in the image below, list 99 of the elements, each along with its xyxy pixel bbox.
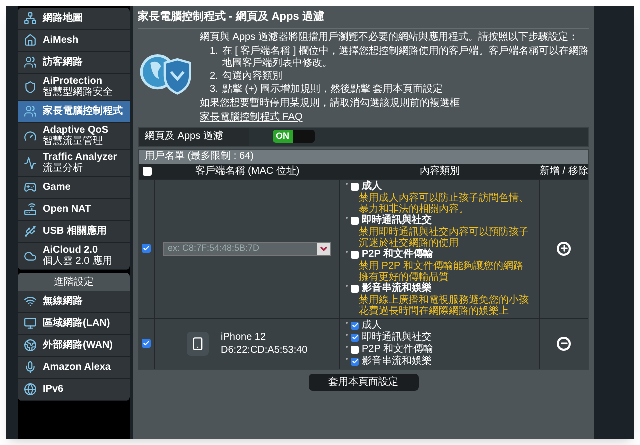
gauge-icon [24, 130, 37, 142]
category-description: 禁用線上廣播和電視服務避免您的小孩花費過長時間在網際網路的娛樂上 [358, 294, 530, 316]
cloud-icon [24, 250, 37, 262]
checkbox[interactable] [351, 322, 359, 330]
sidebar-item-title: Open NAT [43, 204, 92, 215]
sidebar-item[interactable]: Traffic Analyzer 流量分析 [18, 150, 130, 177]
list-title: 用戶名單 (最多限制 : 64) [139, 150, 588, 164]
shield-icon [24, 80, 37, 94]
setting-label: 網頁及 Apps 過濾 [139, 128, 249, 146]
sidebar-item[interactable]: AiProtection 智慧型網路安全 [18, 74, 130, 101]
sidebar-item-title: 家長電腦控制程式 [43, 106, 123, 117]
people-icon [24, 56, 37, 69]
remove-button[interactable] [557, 336, 571, 350]
device-name: iPhone 12 [221, 330, 268, 344]
people-icon [24, 105, 37, 118]
category-label: 即時通訊與社交 [362, 214, 432, 226]
step-text: 點擊 (+) 圖示增加規則，然後點擊 套用本頁面設定 [222, 84, 444, 96]
page-title: 家長電腦控制程式 - 網頁及 Apps 過濾 [138, 9, 589, 28]
checkbox[interactable] [351, 182, 359, 190]
sidebar-item[interactable]: AiCloud 2.0 個人雲 2.0 應用 [18, 243, 130, 270]
step-number: 1. [210, 46, 218, 58]
sidebar-item-title: Amazon Alexa [43, 362, 111, 373]
category-label: 成人 [362, 180, 382, 192]
step-text: 勾選內容類別 [222, 70, 282, 82]
sidebar-item-title: 區域網路(LAN) [43, 318, 110, 329]
sidebar-item[interactable]: USB 相關應用 [18, 221, 130, 243]
sidebar-item[interactable]: Adaptive QoS 智慧流量管理 [18, 123, 130, 150]
sidebar-item[interactable]: Amazon Alexa [18, 357, 130, 379]
globe-icon [24, 383, 37, 396]
phone-icon [191, 334, 205, 352]
category-description: 禁用即時通訊與社交內容可以預防孩子沉迷於社交網路的使用 [358, 226, 530, 248]
sidebar-item[interactable]: 外部網路(WAN) [18, 335, 130, 357]
sidebar-item[interactable]: 家長電腦控制程式 [18, 101, 130, 123]
sidebar-item-title: 無線網路 [43, 296, 83, 307]
sidebar-item-title: USB 相關應用 [43, 226, 107, 237]
column-header: 內容類別 [419, 164, 461, 178]
column-header: 新增 / 移除 [540, 164, 588, 178]
note-text: 如果您想要暫時停用某規則，請取消勾選該規則前的複選框 [200, 98, 461, 110]
category-label: 成人 [362, 320, 382, 332]
step-number: 2. [210, 70, 218, 82]
faq-link[interactable]: 家長電腦控制程式 FAQ [200, 112, 303, 124]
device-mac: D6:22:CD:A5:53:40 [221, 344, 308, 356]
checkbox[interactable] [351, 284, 359, 292]
plus-icon [560, 244, 568, 253]
sidebar-item-title: Game [43, 182, 71, 193]
category-label: P2P 和文件傳輸 [362, 344, 434, 356]
monitor-icon [24, 317, 37, 330]
sidebar-item-title: 外部網路(WAN) [43, 340, 113, 351]
category-label: 即時通訊與社交 [362, 332, 432, 344]
column-header: 客戶端名稱 (MAC 位址) [194, 164, 301, 178]
sidebar-item-title: AiProtection [43, 76, 102, 87]
category-label: P2P 和文件傳輸 [362, 248, 434, 260]
step-text: 在 [ 客戶端名稱 ] 欄位中，選擇您想控制網路使用的客戶端。客戶端名稱可以在網路地圖客戶端列表中修改。 [222, 46, 589, 70]
checkbox[interactable] [142, 244, 151, 253]
apply-button[interactable]: 套用本頁面設定 [308, 374, 418, 390]
add-button[interactable] [557, 242, 571, 256]
sidebar-item-subtitle: 個人雲 2.0 應用 [43, 256, 112, 267]
checkbox[interactable] [351, 358, 359, 366]
checkbox[interactable] [142, 339, 151, 348]
sidebar-item[interactable]: Open NAT [18, 199, 130, 221]
sidebar-item-title: AiMesh [43, 35, 79, 46]
checkbox[interactable] [351, 346, 359, 354]
sidebar-item[interactable]: Game [18, 177, 130, 199]
gamepad-icon [24, 181, 37, 194]
checkbox[interactable] [351, 216, 359, 224]
category-label: 影音串流和娛樂 [362, 282, 432, 294]
checkbox[interactable] [351, 334, 359, 342]
pulse-icon [24, 156, 37, 170]
section-header: 進階設定 [18, 273, 130, 291]
sidebar-item-title: Adaptive QoS [43, 125, 109, 136]
category-label: 影音串流和娛樂 [362, 356, 432, 368]
sidebar-item[interactable]: 區域網路(LAN) [18, 313, 130, 335]
sidebar-item-title: 網路地圖 [43, 13, 83, 24]
usb-icon [24, 225, 37, 238]
sidebar-item[interactable]: 訪客網路 [18, 52, 130, 74]
sidebar-item[interactable]: 網路地圖 [18, 8, 130, 30]
sidebar-item[interactable]: AiMesh [18, 30, 130, 52]
checkbox[interactable] [142, 166, 152, 176]
sidebar-item-title: AiCloud 2.0 [43, 245, 98, 256]
sidebar-item-title: Traffic Analyzer [43, 152, 118, 163]
sidebar-item-subtitle: 智慧流量管理 [43, 136, 104, 147]
house-icon [24, 34, 37, 47]
client-dropdown[interactable]: ex: C8:7F:54:48:5B:7D [163, 242, 331, 256]
intro-text: 網頁與 Apps 過濾器將阻擋用戶瀏覽不必要的網站與應用程式。請按照以下步驟設定： [200, 32, 580, 44]
network-icon [24, 12, 37, 25]
sidebar-item[interactable]: 無線網路 [18, 291, 130, 313]
category-description: 禁用成人內容可以防止孩子訪問色情、暴力和非法的相關內容。 [358, 192, 530, 214]
client-input[interactable]: ex: C8:7F:54:48:5B:7D [164, 242, 317, 254]
router-icon [24, 203, 37, 216]
checkbox[interactable] [351, 250, 359, 258]
sidebar-item[interactable]: IPv6 [18, 379, 130, 401]
sidebar-item-subtitle: 智慧型網路安全 [43, 87, 113, 98]
step-number: 3. [210, 84, 218, 96]
globe-icon [24, 339, 37, 352]
category-description: 禁用 P2P 和文件傳輸能夠讓您的網路擁有更好的傳輸品質 [358, 260, 524, 282]
sidebar-item-subtitle: 流量分析 [43, 163, 84, 174]
microphone-icon [24, 361, 37, 374]
sidebar-item-title: 訪客網路 [43, 57, 83, 68]
sidebar-item-title: IPv6 [43, 384, 64, 395]
